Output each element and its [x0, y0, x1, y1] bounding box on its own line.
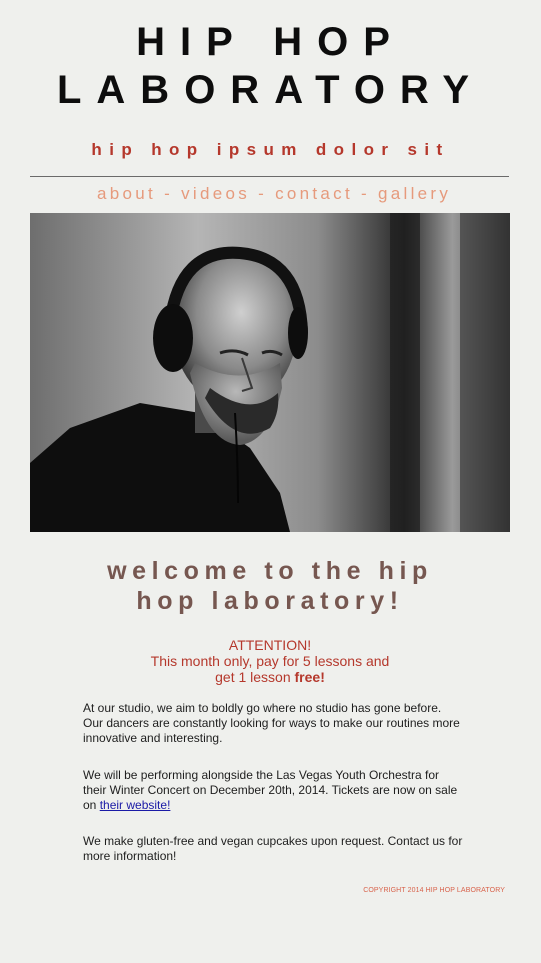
- studio-paragraph: At our studio, we aim to boldly go where…: [83, 701, 460, 745]
- attention-offer-free: free!: [294, 669, 325, 685]
- orchestra-website-link[interactable]: their website!: [100, 798, 171, 812]
- cupcakes-paragraph: We make gluten-free and vegan cupcakes u…: [83, 834, 463, 863]
- welcome-heading-line2: hop laboratory!: [136, 587, 404, 615]
- nav-separator: -: [361, 184, 370, 203]
- concert-paragraph: We will be performing alongside the Las …: [83, 768, 463, 813]
- dj-photo: [30, 213, 510, 532]
- attention-offer-line: This month only, pay for 5 lessons and: [150, 653, 390, 669]
- site-title-line1: HIP HOP: [136, 20, 405, 64]
- attention-offer-prefix: get 1 lesson: [215, 669, 291, 685]
- attention-heading: ATTENTION!: [228, 637, 312, 653]
- attention-offer-line2: get 1 lesson free!: [140, 669, 400, 685]
- nav-link-videos[interactable]: videos: [181, 184, 250, 203]
- nav-link-about[interactable]: about: [97, 184, 156, 203]
- hero-image: [30, 213, 510, 532]
- nav-separator: -: [164, 184, 174, 203]
- attention-notice: ATTENTION! This month only, pay for 5 le…: [140, 637, 400, 685]
- nav-link-contact[interactable]: contact: [275, 184, 353, 203]
- tagline: hip hop ipsum dolor sit: [91, 140, 450, 159]
- nav-separator: -: [258, 184, 268, 203]
- site-title: HIP HOP LABORATORY: [0, 18, 541, 114]
- welcome-heading-line1: welcome to the hip: [107, 557, 433, 585]
- copyright-text: COPYRIGHT 2014 HIP HOP LABORATORY: [363, 887, 505, 894]
- welcome-heading: welcome to the hip hop laboratory!: [60, 556, 480, 616]
- nav-link-gallery[interactable]: gallery: [378, 184, 451, 203]
- header-divider: [30, 176, 509, 177]
- main-nav: about - videos - contact - gallery: [97, 184, 451, 204]
- site-title-line2: LABORATORY: [56, 68, 485, 112]
